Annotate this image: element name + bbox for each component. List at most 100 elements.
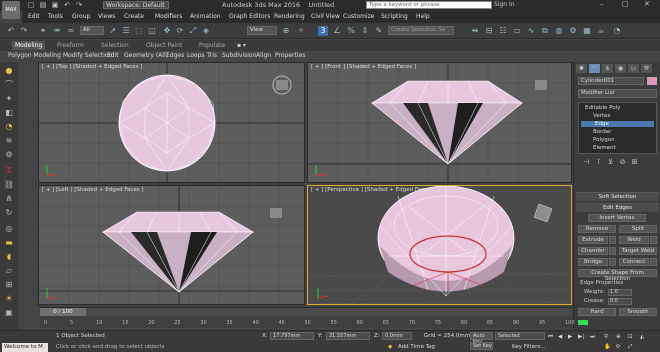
goto-start-icon[interactable]: ⏮ xyxy=(548,334,553,341)
rectangular-selection-icon[interactable]: ⬚ xyxy=(134,26,144,36)
timeline-ruler[interactable]: 0 5 10 15 20 25 30 35 40 45 50 55 60 65 70 75 80 85 90 95 10… xyxy=(40,316,575,328)
smooth-button[interactable]: Smooth xyxy=(619,308,657,316)
remove-button[interactable]: Remove xyxy=(578,225,616,233)
place-icon[interactable]: ◈ xyxy=(201,26,211,36)
zoom-extents-icon[interactable]: ⊡ xyxy=(628,334,633,340)
stack-border[interactable]: Border xyxy=(593,129,611,135)
crease-spinner[interactable]: 0.0 xyxy=(608,298,632,305)
edit-edges-rollout[interactable]: Edit Edges xyxy=(576,203,659,212)
unlink-icon[interactable]: ⚮ xyxy=(52,26,62,36)
panel-subdivision[interactable]: Subdivision xyxy=(222,52,256,59)
panel-edit[interactable]: Edit xyxy=(107,52,119,59)
connect-settings-button[interactable] xyxy=(650,258,657,266)
viewport-left-label[interactable]: [ + ] [Left ] [Shaded + Edged Faces ] xyxy=(42,187,144,193)
z-coordinate-field[interactable]: 0.0mm xyxy=(382,332,412,340)
key-filters-button[interactable]: Key Filters... xyxy=(512,344,545,350)
stack-edge[interactable]: Edge xyxy=(581,121,654,127)
angle-snap-icon[interactable]: ∠ xyxy=(332,26,342,36)
viewport-top[interactable]: [ + ] [Top ] [Shaded + Edged Faces ] xyxy=(38,62,305,183)
viewport-front[interactable]: [ + ] [Front ] [Shaded + Edged Faces ] xyxy=(307,62,572,183)
select-manipulate-icon[interactable]: ✧ xyxy=(296,26,306,36)
menu-graph-editors[interactable]: Graph Editors xyxy=(229,13,270,20)
split-button[interactable]: Split xyxy=(619,225,657,233)
prev-frame-icon[interactable]: ◀ xyxy=(558,334,562,340)
weld-settings-button[interactable] xyxy=(650,236,657,244)
spinner-snap-icon[interactable]: ⇕ xyxy=(360,26,370,36)
pan-icon[interactable]: ✋ xyxy=(604,344,611,350)
named-selection-sets-dropdown[interactable]: Create Selection Se xyxy=(388,26,454,35)
field-of-view-icon[interactable]: ◭ xyxy=(640,334,644,340)
pivot-center-icon[interactable]: ⊕ xyxy=(281,26,291,36)
configure-sets-icon[interactable]: ⊞ xyxy=(630,158,639,166)
align-icon[interactable]: ⊟ xyxy=(484,26,494,36)
space-warp-icon[interactable]: ≋ xyxy=(3,136,15,146)
time-slider-handle[interactable]: 0 / 100 xyxy=(40,308,86,316)
time-tag-icon[interactable]: ◆ xyxy=(388,344,392,350)
grid-icon[interactable]: ⊞ xyxy=(3,280,15,290)
search-input[interactable]: Type a keyword or phrase xyxy=(366,1,492,9)
undo-icon[interactable]: ↶ xyxy=(62,0,72,10)
modify-panel-icon[interactable]: ◠ xyxy=(589,64,600,73)
schematic-view-icon[interactable]: ⧉ xyxy=(540,26,550,36)
hard-button[interactable]: Hard xyxy=(578,308,616,316)
select-by-name-icon[interactable]: ☰ xyxy=(121,26,131,36)
next-frame-icon[interactable]: ▶| xyxy=(578,334,584,340)
panel-align[interactable]: Align xyxy=(256,52,271,59)
weight-spinner[interactable]: 1.0 xyxy=(608,289,632,296)
select-object-icon[interactable]: ➚ xyxy=(108,26,118,36)
create-panel-icon[interactable]: ✱ xyxy=(576,64,587,73)
menu-rendering[interactable]: Rendering xyxy=(274,13,305,20)
selected-dropdown[interactable]: Selected xyxy=(495,332,545,340)
target-weld-button[interactable]: Target Weld xyxy=(619,247,657,255)
play-icon[interactable]: ▶ xyxy=(568,334,572,340)
save-icon[interactable]: ▣ xyxy=(50,0,60,10)
panel-loops[interactable]: Loops xyxy=(187,52,205,59)
bind-spacewarp-icon[interactable]: ≈ xyxy=(66,26,76,36)
motion-icon[interactable]: ↻ xyxy=(3,208,15,218)
hierarchy-icon[interactable]: ⋔ xyxy=(3,194,15,204)
y-coordinate-field[interactable]: 31.557mm xyxy=(326,332,370,340)
utilities-panel-icon[interactable]: ⚒ xyxy=(641,64,652,73)
a360-render-icon[interactable]: ◔ xyxy=(612,26,622,36)
minimize-icon[interactable]: – xyxy=(600,0,604,8)
set-key-button[interactable]: Set Key xyxy=(470,342,493,350)
plane-icon[interactable]: ▱ xyxy=(3,266,15,276)
app-logo-icon[interactable]: MAX xyxy=(2,1,20,19)
display-hard-checkbox[interactable] xyxy=(578,320,588,325)
panel-polygon-modeling[interactable]: Polygon Modeling xyxy=(8,52,61,59)
zoom-all-icon[interactable]: ⊕ xyxy=(616,334,621,340)
chamfer-settings-button[interactable] xyxy=(609,247,616,255)
sign-in-link[interactable]: Sign In xyxy=(494,1,515,8)
lock-icon[interactable]: ⚿ xyxy=(3,166,15,176)
tab-object-paint[interactable]: Object Paint xyxy=(146,42,182,49)
maximize-icon[interactable]: □ xyxy=(622,0,629,8)
create-helper-icon[interactable]: ◔ xyxy=(3,122,15,132)
make-unique-icon[interactable]: ⊻ xyxy=(606,158,615,166)
panel-geometry[interactable]: Geometry (All) xyxy=(124,52,168,59)
menu-civil-view[interactable]: Civil View xyxy=(311,13,340,20)
viewport-front-label[interactable]: [ + ] [Front ] [Shaded + Edged Faces ] xyxy=(311,64,416,70)
tab-populate[interactable]: Populate xyxy=(199,42,225,49)
panel-modify-selection[interactable]: Modify Selection xyxy=(63,52,112,59)
extrude-settings-button[interactable] xyxy=(609,236,616,244)
reference-coordinate-dropdown[interactable]: View xyxy=(247,26,277,35)
rendered-frame-icon[interactable]: ▦ xyxy=(582,26,592,36)
selection-filter-dropdown[interactable]: All xyxy=(80,26,104,35)
close-icon[interactable]: ✕ xyxy=(644,0,650,8)
teapot-icon[interactable]: ◖ xyxy=(3,252,15,262)
viewport-left[interactable]: [ + ] [Left ] [Shaded + Edged Faces ] xyxy=(38,185,305,305)
bridge-button[interactable]: Bridge xyxy=(578,258,608,266)
time-slider[interactable]: 0 / 100 xyxy=(40,307,573,316)
snaps-toggle-icon[interactable]: 3 xyxy=(318,26,328,36)
stack-polygon[interactable]: Polygon xyxy=(593,137,615,143)
link-icon[interactable]: ⚭ xyxy=(38,26,48,36)
goto-end-icon[interactable]: ⏭ xyxy=(590,334,595,341)
menu-create[interactable]: Create xyxy=(124,13,144,20)
connect-button[interactable]: Connect xyxy=(619,258,649,266)
menu-views[interactable]: Views xyxy=(98,13,115,20)
systems-icon[interactable]: ⚙ xyxy=(3,150,15,160)
menu-scripting[interactable]: Scripting xyxy=(381,13,408,20)
weld-button[interactable]: Weld xyxy=(619,236,649,244)
maximize-viewport-icon[interactable]: ⤢ xyxy=(628,344,632,351)
ribbon-toggle-icon[interactable]: ▭ xyxy=(512,26,522,36)
